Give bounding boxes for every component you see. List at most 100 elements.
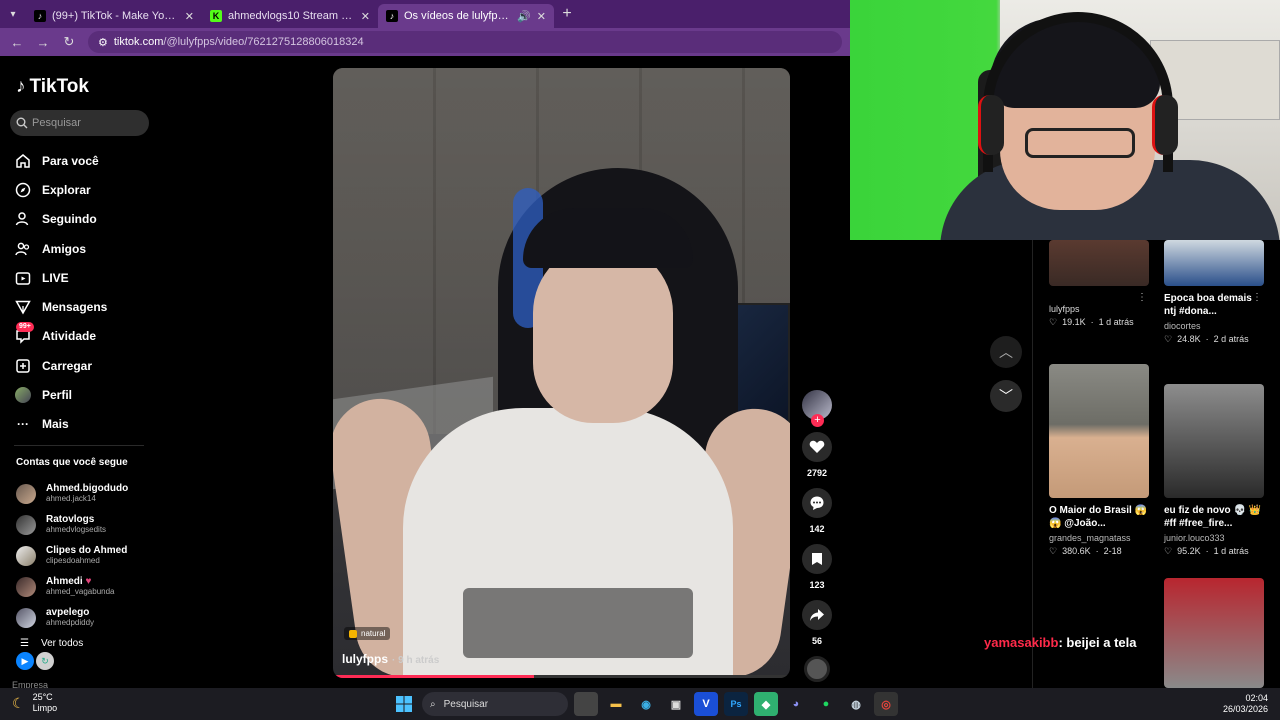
file-explorer-icon[interactable]: ▬ [604, 692, 628, 716]
following-item[interactable]: Ratovlogs ahmedvlogsedits [16, 509, 128, 540]
chat-text: : beijei a tela [1058, 635, 1137, 650]
menu-item-amigos[interactable]: Amigos [14, 234, 107, 263]
menu-item-mensagens[interactable]: Mensagens [14, 292, 107, 321]
more-options-icon[interactable]: ⋮ [1137, 504, 1147, 515]
store-icon[interactable]: ▣ [664, 692, 688, 716]
heart-outline-icon: ♡ [1164, 546, 1173, 556]
back-button[interactable]: ← [6, 35, 28, 50]
menu-label: Carregar [42, 358, 93, 373]
menu-item-para-voce[interactable]: Para você [14, 146, 107, 175]
tab-list-button[interactable]: ▾ [0, 9, 26, 20]
avatar [16, 514, 36, 535]
menu-label: Atividade [42, 329, 97, 344]
video-thumbnail[interactable] [1049, 240, 1149, 286]
speaker-icon[interactable]: 🔊 [517, 10, 531, 23]
related-video-card[interactable]: ⋮ eu fiz de novo 💀 👑 #ff #free_fire... j… [1164, 384, 1264, 557]
menu-item-perfil[interactable]: Perfil [14, 380, 107, 409]
see-all-button[interactable]: ☰ Ver todos [20, 638, 83, 649]
following-handle: ahmed_vagabunda [46, 587, 115, 596]
video-tag[interactable]: natural [344, 627, 391, 640]
menu-item-explorar[interactable]: Explorar [14, 175, 107, 204]
refresh-circle-icon[interactable]: ↻ [36, 652, 54, 670]
tiktok-icon: ♪ [386, 10, 398, 22]
creator-avatar[interactable]: + [802, 390, 832, 427]
video-author[interactable]: lulyfpps · 9 h atrás [342, 652, 439, 666]
related-video-card[interactable] [1164, 578, 1264, 688]
following-item[interactable]: avpelego ahmedpdiddy [16, 602, 128, 633]
like-button[interactable]: 2792 [800, 432, 834, 478]
photoshop-icon[interactable]: Ps [724, 692, 748, 716]
reload-button[interactable]: ↻ [58, 34, 80, 50]
video-player[interactable]: natural lulyfpps · 9 h atrás [333, 68, 790, 678]
video-thumbnail[interactable] [1164, 240, 1264, 286]
card-likes: 19.1K [1062, 317, 1086, 327]
close-tab-icon[interactable]: ✕ [537, 10, 546, 23]
main-menu: Para você Explorar Seguindo Amigos LIVE … [14, 146, 107, 439]
browser-tab[interactable]: K ahmedvlogs10 Stream - Watch ✕ [202, 4, 378, 28]
tiktok-logo[interactable]: ♪ TikTok [16, 76, 89, 98]
menu-item-atividade[interactable]: 99+ Atividade [14, 321, 107, 351]
card-user: diocortes [1164, 321, 1201, 331]
related-video-card[interactable]: ⋮ lulyfpps ♡ 19.1K · 1 d atrás [1049, 240, 1149, 328]
clock-date: 26/03/2026 [1222, 704, 1268, 714]
vegas-icon[interactable]: V [694, 692, 718, 716]
menu-item-seguindo[interactable]: Seguindo [14, 205, 107, 234]
divider [1032, 240, 1033, 688]
more-options-icon[interactable]: ⋮ [1252, 504, 1262, 515]
headset-earcup [978, 95, 1004, 155]
spotify-icon[interactable]: ● [814, 692, 838, 716]
video-thumbnail[interactable] [1049, 364, 1149, 498]
following-handle: ahmedvlogsedits [46, 525, 107, 534]
see-all-label: Ver todos [40, 638, 84, 649]
game-icon[interactable]: ◆ [754, 692, 778, 716]
video-progress-bar[interactable] [333, 675, 790, 678]
more-options-icon[interactable]: ⋮ [1252, 292, 1262, 303]
edge-icon[interactable]: ◉ [634, 692, 658, 716]
forward-button[interactable]: → [32, 35, 54, 50]
taskbar-search[interactable]: ⌕ Pesquisar [422, 692, 568, 716]
url-field[interactable]: ⚙ tiktok.com/@lulyfpps/video/76212751288… [88, 31, 842, 53]
related-video-card[interactable]: ⋮ Epoca boa demais ntj #dona... diocorte… [1164, 240, 1264, 345]
browser-tab-active[interactable]: ♪ Os vídeos de lulyfpps (@lul 🔊 ✕ [378, 4, 554, 28]
video-thumbnail[interactable] [1164, 384, 1264, 498]
discord-icon[interactable]: ◕ [784, 692, 808, 716]
tab-title: (99+) TikTok - Make Your Day [52, 10, 179, 22]
chrome-icon[interactable]: ◎ [874, 692, 898, 716]
site-info-icon[interactable]: ⚙ [98, 36, 108, 49]
avatar [16, 607, 36, 628]
close-tab-icon[interactable]: ✕ [185, 10, 194, 23]
close-tab-icon[interactable]: ✕ [361, 10, 370, 23]
menu-item-mais[interactable]: ··· Mais [14, 410, 107, 439]
following-item[interactable]: Ahmed.bigodudo ahmed.jack14 [16, 478, 128, 509]
menu-label: Mensagens [42, 300, 108, 315]
menu-item-carregar[interactable]: Carregar [14, 351, 107, 380]
following-item[interactable]: Ahmedi ♥ ahmed_vagabunda [16, 571, 128, 602]
system-clock[interactable]: 02:04 26/03/2026 [1223, 693, 1268, 715]
follow-plus-icon[interactable]: + [811, 414, 824, 427]
menu-label: Mais [42, 417, 69, 432]
related-video-card[interactable]: ⋮ O Maior do Brasil 😱😱 @João... grandes_… [1049, 364, 1149, 557]
browser-tab[interactable]: ♪ (99+) TikTok - Make Your Day ✕ [26, 4, 202, 28]
steam-icon[interactable]: ◍ [844, 692, 868, 716]
more-options-icon[interactable]: ⋮ [1137, 292, 1147, 303]
save-button[interactable]: 123 [800, 544, 834, 590]
following-name: Ahmed.bigodudo [46, 483, 129, 494]
tag-label: natural [361, 629, 386, 638]
windows-start-icon[interactable] [392, 692, 416, 716]
card-meta: ♡ 95.2K · 1 d atrás [1164, 546, 1249, 556]
video-thumbnail[interactable] [1164, 578, 1264, 688]
play-circle-icon[interactable]: ▶ [16, 652, 34, 670]
comment-button[interactable]: 142 [800, 488, 834, 534]
scroll-up-button[interactable]: ︿ [990, 336, 1022, 368]
search-input[interactable]: Pesquisar [10, 110, 149, 136]
friends-icon [14, 240, 32, 258]
weather-widget[interactable]: ☾ 25°C Limpo [12, 692, 57, 714]
menu-item-live[interactable]: LIVE [14, 263, 107, 292]
bookmark-icon [802, 544, 832, 574]
scroll-down-button[interactable]: ﹀ [990, 380, 1022, 412]
following-item[interactable]: Clipes do Ahmed clipesdoahmed [16, 540, 128, 571]
music-disc-icon[interactable] [804, 656, 830, 682]
task-view-icon[interactable] [574, 692, 598, 716]
share-button[interactable]: 56 [800, 600, 834, 646]
new-tab-button[interactable]: + [554, 5, 580, 23]
